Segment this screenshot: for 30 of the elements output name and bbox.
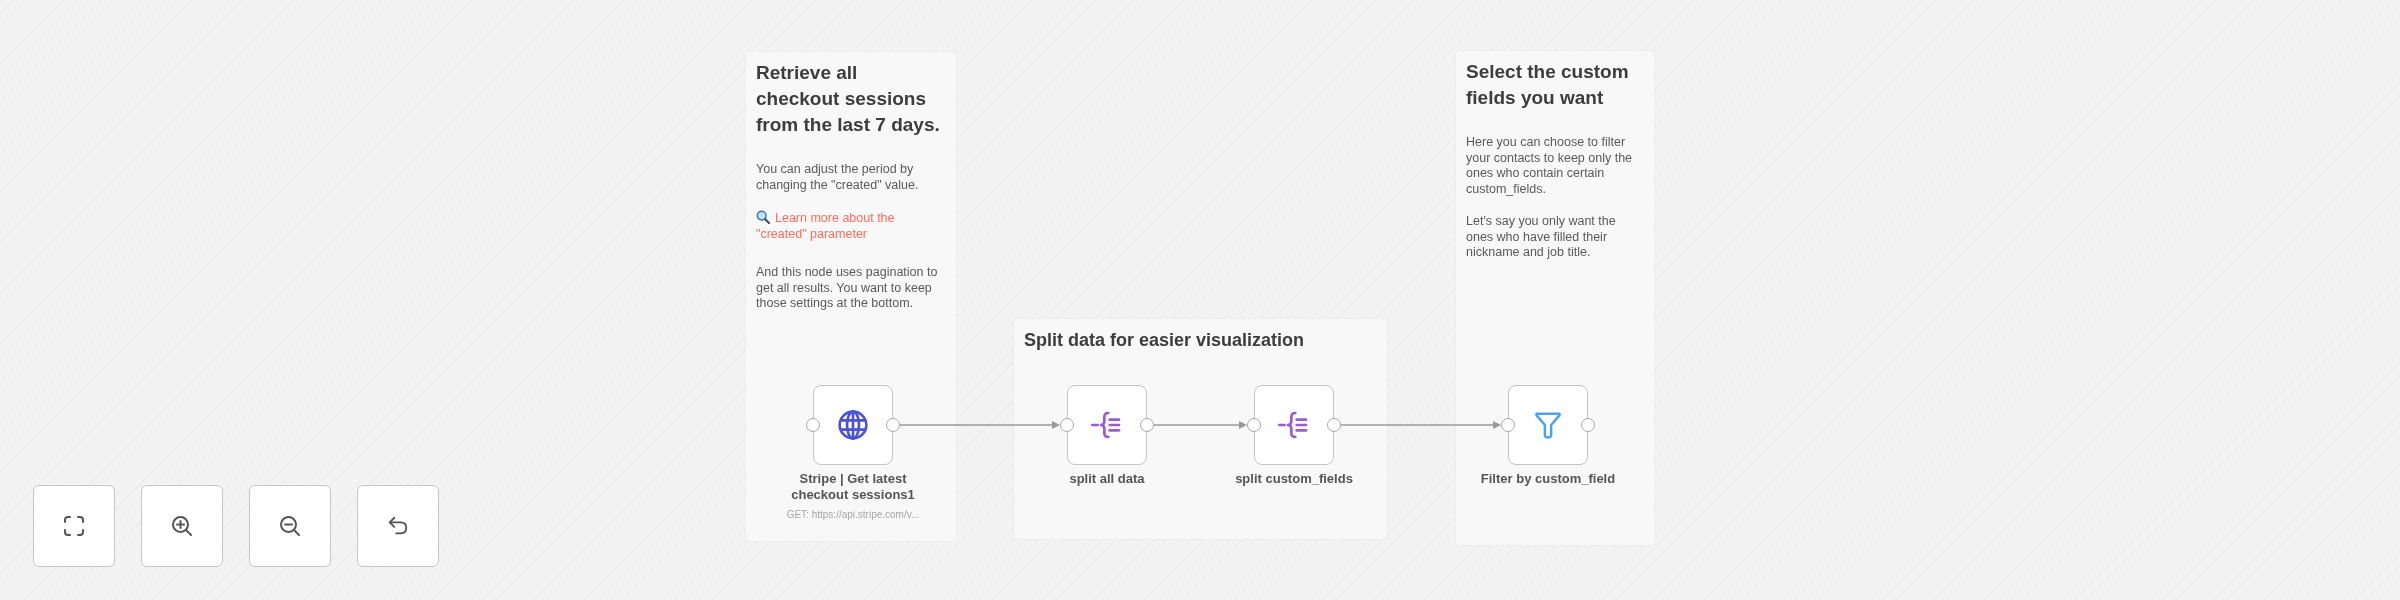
zoom-out-icon xyxy=(278,514,302,538)
learn-more-link[interactable]: Learn more about the "created" parameter xyxy=(756,210,946,242)
globe-icon xyxy=(837,409,869,441)
note-text: You can adjust the period by changing the "created" value. xyxy=(756,162,920,193)
note-text: Let's say you only want the ones who have filled their nickname and job title. xyxy=(1466,214,1617,261)
note-heading: Retrieve all checkout sessions from the last 7 days. xyxy=(756,61,941,137)
note-heading: Select the custom fields you want xyxy=(1466,60,1630,110)
note-heading: Split data for easier visualization xyxy=(1024,329,1306,352)
node-label: split all data xyxy=(1068,471,1146,487)
split-icon xyxy=(1091,410,1123,440)
funnel-icon xyxy=(1533,410,1563,440)
split-icon xyxy=(1278,410,1310,440)
node-label: Stripe | Get latest checkout sessions1 xyxy=(790,471,916,503)
zoom-in-button[interactable] xyxy=(141,485,223,567)
node-card[interactable] xyxy=(1508,385,1588,465)
note-text: And this node uses pagination to get all results. You want to keep those settings at the bottom. xyxy=(756,265,939,312)
fit-view-button[interactable] xyxy=(33,485,115,567)
note-text: Here you can choose to filter your contacts to keep only the ones who contain certain custom_fields. xyxy=(1466,135,1634,197)
magnifier-icon xyxy=(756,210,770,224)
node-label: Filter by custom_field xyxy=(1479,471,1617,487)
node-card[interactable] xyxy=(1067,385,1147,465)
node-label: split custom_fields xyxy=(1234,471,1354,487)
zoom-out-button[interactable] xyxy=(249,485,331,567)
undo-icon xyxy=(387,515,409,537)
fit-view-icon xyxy=(62,514,86,538)
node-card[interactable] xyxy=(1254,385,1334,465)
undo-button[interactable] xyxy=(357,485,439,567)
node-card[interactable] xyxy=(813,385,893,465)
node-subtitle: GET: https://api.stripe.com/v... xyxy=(786,508,920,521)
zoom-in-icon xyxy=(170,514,194,538)
